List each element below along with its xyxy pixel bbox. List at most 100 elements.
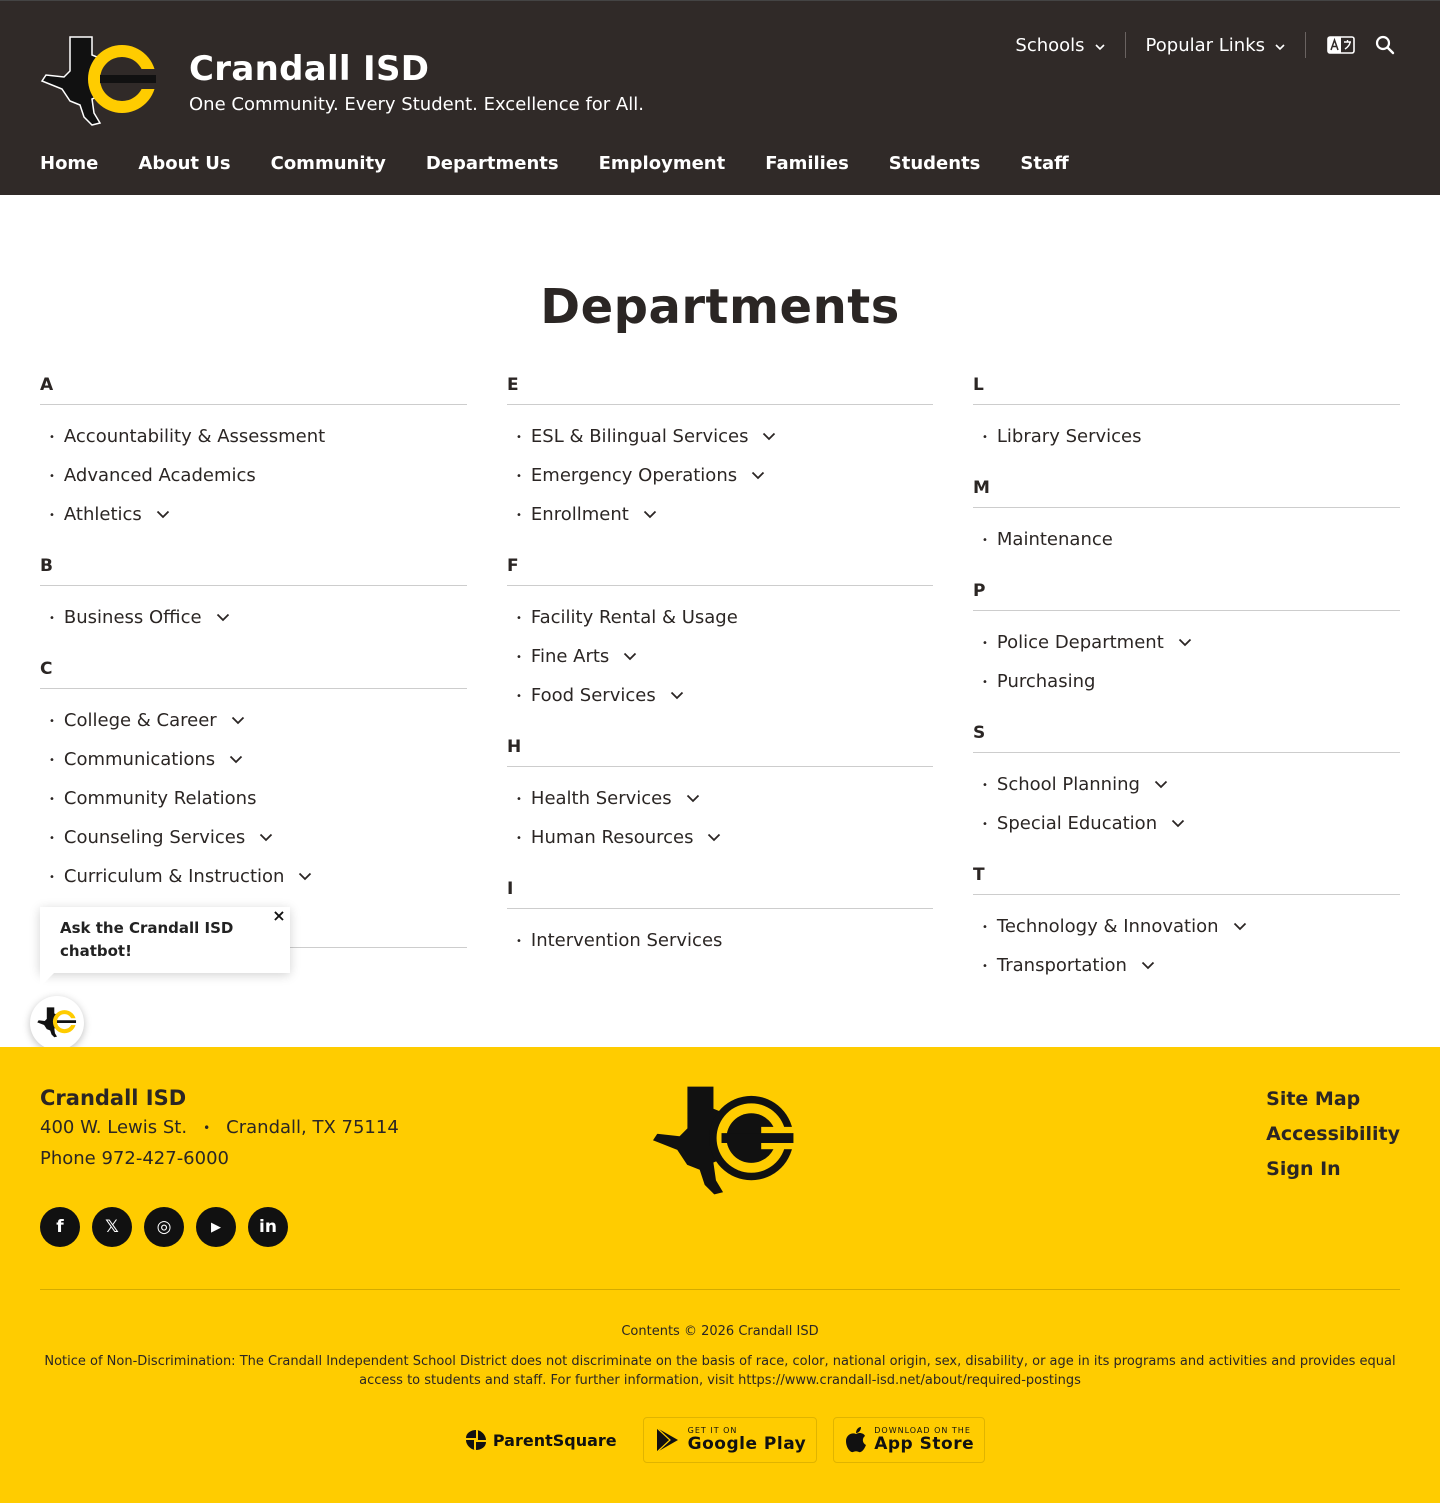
chevron-down-icon[interactable] (1141, 961, 1155, 970)
letter-group: H • Health Services • Human Resources (507, 733, 933, 857)
bullet: • (49, 510, 55, 521)
chevron-down-icon[interactable] (231, 716, 245, 725)
accessibility-link[interactable]: Accessibility (1266, 1122, 1400, 1157)
department-link[interactable]: • Enrollment (507, 495, 933, 534)
nav-community[interactable]: Community (271, 153, 386, 174)
department-link[interactable]: • Curriculum & Instruction (40, 857, 467, 896)
department-label: Intervention Services (530, 930, 723, 951)
department-label: Community Relations (63, 788, 257, 809)
facebook-icon[interactable]: f (40, 1207, 80, 1247)
site-tagline: One Community. Every Student. Excellence… (189, 94, 644, 115)
department-label: Business Office (63, 607, 202, 628)
letter-heading: H (507, 733, 933, 767)
close-icon[interactable]: × (270, 907, 288, 925)
chatbot-prompt-bubble[interactable]: Ask the Crandall ISD chatbot! × (40, 907, 290, 987)
chevron-down-icon[interactable] (686, 794, 700, 803)
chevron-down-icon[interactable] (216, 613, 230, 622)
chevron-down-icon[interactable] (762, 432, 776, 441)
department-link[interactable]: • Emergency Operations (507, 456, 933, 495)
translate-button[interactable] (1326, 31, 1356, 59)
department-link[interactable]: • Police Department (973, 623, 1400, 662)
department-link[interactable]: • Technology & Innovation (973, 907, 1400, 946)
chevron-down-icon[interactable] (259, 833, 273, 842)
nav-employment[interactable]: Employment (599, 153, 726, 174)
parentsquare-link[interactable]: ParentSquare (455, 1417, 627, 1463)
letter-heading: F (507, 552, 933, 586)
chevron-down-icon[interactable] (156, 510, 170, 519)
department-label: Library Services (996, 426, 1142, 447)
department-link[interactable]: • Library Services (973, 417, 1400, 456)
department-link[interactable]: • Purchasing (973, 662, 1400, 701)
utility-nav: Schools Popular Links (995, 31, 1400, 59)
department-link[interactable]: • Health Services (507, 779, 933, 818)
department-link[interactable]: • Counseling Services (40, 818, 467, 857)
bullet: • (982, 922, 988, 933)
chevron-down-icon[interactable] (229, 755, 243, 764)
letter-group: A • Accountability & Assessment • Advanced A… (40, 371, 467, 534)
department-link[interactable]: • Transportation (973, 946, 1400, 985)
department-link[interactable]: • College & Career (40, 701, 467, 740)
app-store-badge[interactable]: DOWNLOAD ON THE App Store (833, 1417, 986, 1463)
department-link[interactable]: • ESL & Bilingual Services (507, 417, 933, 456)
youtube-icon[interactable]: ▶ (196, 1207, 236, 1247)
nav-staff[interactable]: Staff (1020, 153, 1068, 174)
directory-column: A • Accountability & Assessment • Advanced A… (40, 371, 467, 966)
popular-links-dropdown[interactable]: Popular Links (1126, 35, 1305, 56)
footer-logo-icon (651, 1085, 801, 1196)
nav-about-us[interactable]: About Us (138, 153, 230, 174)
chevron-down-icon[interactable] (1233, 922, 1247, 931)
x-icon[interactable]: 𝕏 (92, 1207, 132, 1247)
letter-heading: T (973, 861, 1400, 895)
chevron-down-icon[interactable] (623, 652, 637, 661)
letter-group: I • Intervention Services (507, 875, 933, 960)
department-link[interactable]: • Intervention Services (507, 921, 933, 960)
department-label: Fine Arts (530, 646, 610, 667)
chevron-down-icon[interactable] (1178, 638, 1192, 647)
chatbot-launcher-button[interactable] (30, 996, 84, 1050)
chevron-down-icon[interactable] (707, 833, 721, 842)
department-link[interactable]: • Maintenance (973, 520, 1400, 559)
site-map-link[interactable]: Site Map (1266, 1087, 1400, 1122)
site-title[interactable]: Crandall ISD (189, 49, 429, 89)
chevron-down-icon[interactable] (643, 510, 657, 519)
google-play-badge[interactable]: GET IT ON Google Play (642, 1417, 818, 1463)
department-link[interactable]: • Communications (40, 740, 467, 779)
chevron-down-icon[interactable] (1171, 819, 1185, 828)
department-label: School Planning (996, 774, 1140, 795)
district-logo-link[interactable] (40, 33, 162, 133)
department-link[interactable]: • Special Education (973, 804, 1400, 843)
chevron-down-icon[interactable] (1154, 780, 1168, 789)
nav-departments[interactable]: Departments (426, 153, 559, 174)
department-link[interactable]: • Food Services (507, 676, 933, 715)
department-label: College & Career (63, 710, 217, 731)
sign-in-link[interactable]: Sign In (1266, 1157, 1400, 1192)
nav-home[interactable]: Home (40, 153, 98, 174)
department-link[interactable]: • Athletics (40, 495, 467, 534)
bullet: • (982, 432, 988, 443)
department-link[interactable]: • Facility Rental & Usage (507, 598, 933, 637)
department-link[interactable]: • Community Relations (40, 779, 467, 818)
bullet: • (516, 510, 522, 521)
department-link[interactable]: • Business Office (40, 598, 467, 637)
letter-group: T • Technology & Innovation • Transportation (973, 861, 1400, 985)
bullet: • (49, 613, 55, 624)
department-label: Facility Rental & Usage (530, 607, 738, 628)
footer-logo (646, 1081, 802, 1205)
bullet: • (982, 780, 988, 791)
department-link[interactable]: • Advanced Academics (40, 456, 467, 495)
instagram-icon[interactable]: ◎ (144, 1207, 184, 1247)
nav-families[interactable]: Families (765, 153, 849, 174)
page-title: Departments (540, 279, 900, 335)
department-label: Technology & Innovation (996, 916, 1219, 937)
linkedin-icon[interactable]: in (248, 1207, 288, 1247)
department-link[interactable]: • School Planning (973, 765, 1400, 804)
nav-students[interactable]: Students (889, 153, 981, 174)
search-button[interactable] (1370, 31, 1400, 59)
department-link[interactable]: • Fine Arts (507, 637, 933, 676)
chevron-down-icon[interactable] (670, 691, 684, 700)
chevron-down-icon[interactable] (298, 872, 312, 881)
department-link[interactable]: • Accountability & Assessment (40, 417, 467, 456)
chevron-down-icon[interactable] (751, 471, 765, 480)
schools-dropdown[interactable]: Schools (995, 35, 1124, 56)
department-link[interactable]: • Human Resources (507, 818, 933, 857)
